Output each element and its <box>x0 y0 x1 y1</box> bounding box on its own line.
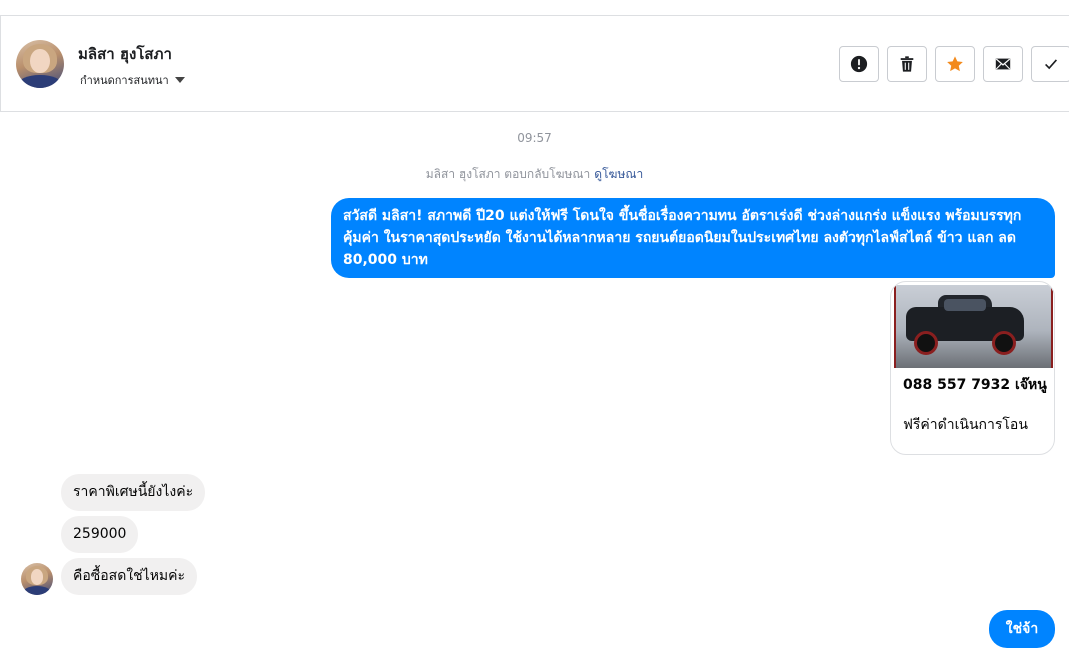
trash-icon <box>900 56 914 72</box>
contact-avatar[interactable] <box>16 40 64 88</box>
truck-image <box>894 285 1053 368</box>
star-icon <box>947 56 963 72</box>
outgoing-message[interactable]: ใช่จ้า <box>989 610 1055 648</box>
ad-card[interactable]: 088 557 7932 เจ๊หนู ฟรีค่าดำเนินการโอน <box>890 281 1055 455</box>
conversation-setting-dropdown[interactable]: กำหนดการสนทนา <box>80 71 185 89</box>
message-timestamp: 09:57 <box>517 131 552 145</box>
conversation-header: มลิสา ฮุงโสภา กำหนดการสนทนา <box>0 16 1069 112</box>
ad-card-title: 088 557 7932 เจ๊หนู <box>903 377 1047 393</box>
contact-name[interactable]: มลิสา ฮุงโสภา <box>78 42 172 66</box>
exclamation-icon <box>850 55 868 73</box>
header-actions <box>839 46 1069 82</box>
ad-reply-note: มลิสา ฮุงโสภา ตอบกลับโฆษณา ดูโฆษณา <box>0 165 1069 184</box>
check-icon <box>1045 59 1058 70</box>
envelope-icon <box>995 58 1011 70</box>
top-strip <box>0 0 1069 16</box>
mark-spam-button[interactable] <box>839 46 879 82</box>
ad-card-description: ฟรีค่าดำเนินการโอน <box>903 417 1028 433</box>
delete-button[interactable] <box>887 46 927 82</box>
caret-down-icon <box>174 77 185 83</box>
star-button[interactable] <box>935 46 975 82</box>
incoming-message[interactable]: ราคาพิเศษนี้ยังไงค่ะ <box>61 474 206 511</box>
message-thread: 09:57 มลิสา ฮุงโสภา ตอบกลับโฆษณา ดูโฆษณา … <box>0 113 1069 652</box>
done-button[interactable] <box>1031 46 1069 82</box>
outgoing-message[interactable]: สวัสดี มลิสา! สภาพดี ปี20 แต่งให้ฟรี โดน… <box>331 198 1055 278</box>
view-ad-link[interactable]: ดูโฆษณา <box>594 167 643 181</box>
incoming-message[interactable]: คือซื้อสดใช่ไหมค่ะ <box>61 558 198 595</box>
conversation-setting-label: กำหนดการสนทนา <box>80 74 169 87</box>
ad-reply-text: มลิสา ฮุงโสภา ตอบกลับโฆษณา <box>425 167 591 181</box>
sender-avatar <box>21 563 53 595</box>
incoming-message[interactable]: 259000 <box>61 516 139 553</box>
mark-unread-button[interactable] <box>983 46 1023 82</box>
